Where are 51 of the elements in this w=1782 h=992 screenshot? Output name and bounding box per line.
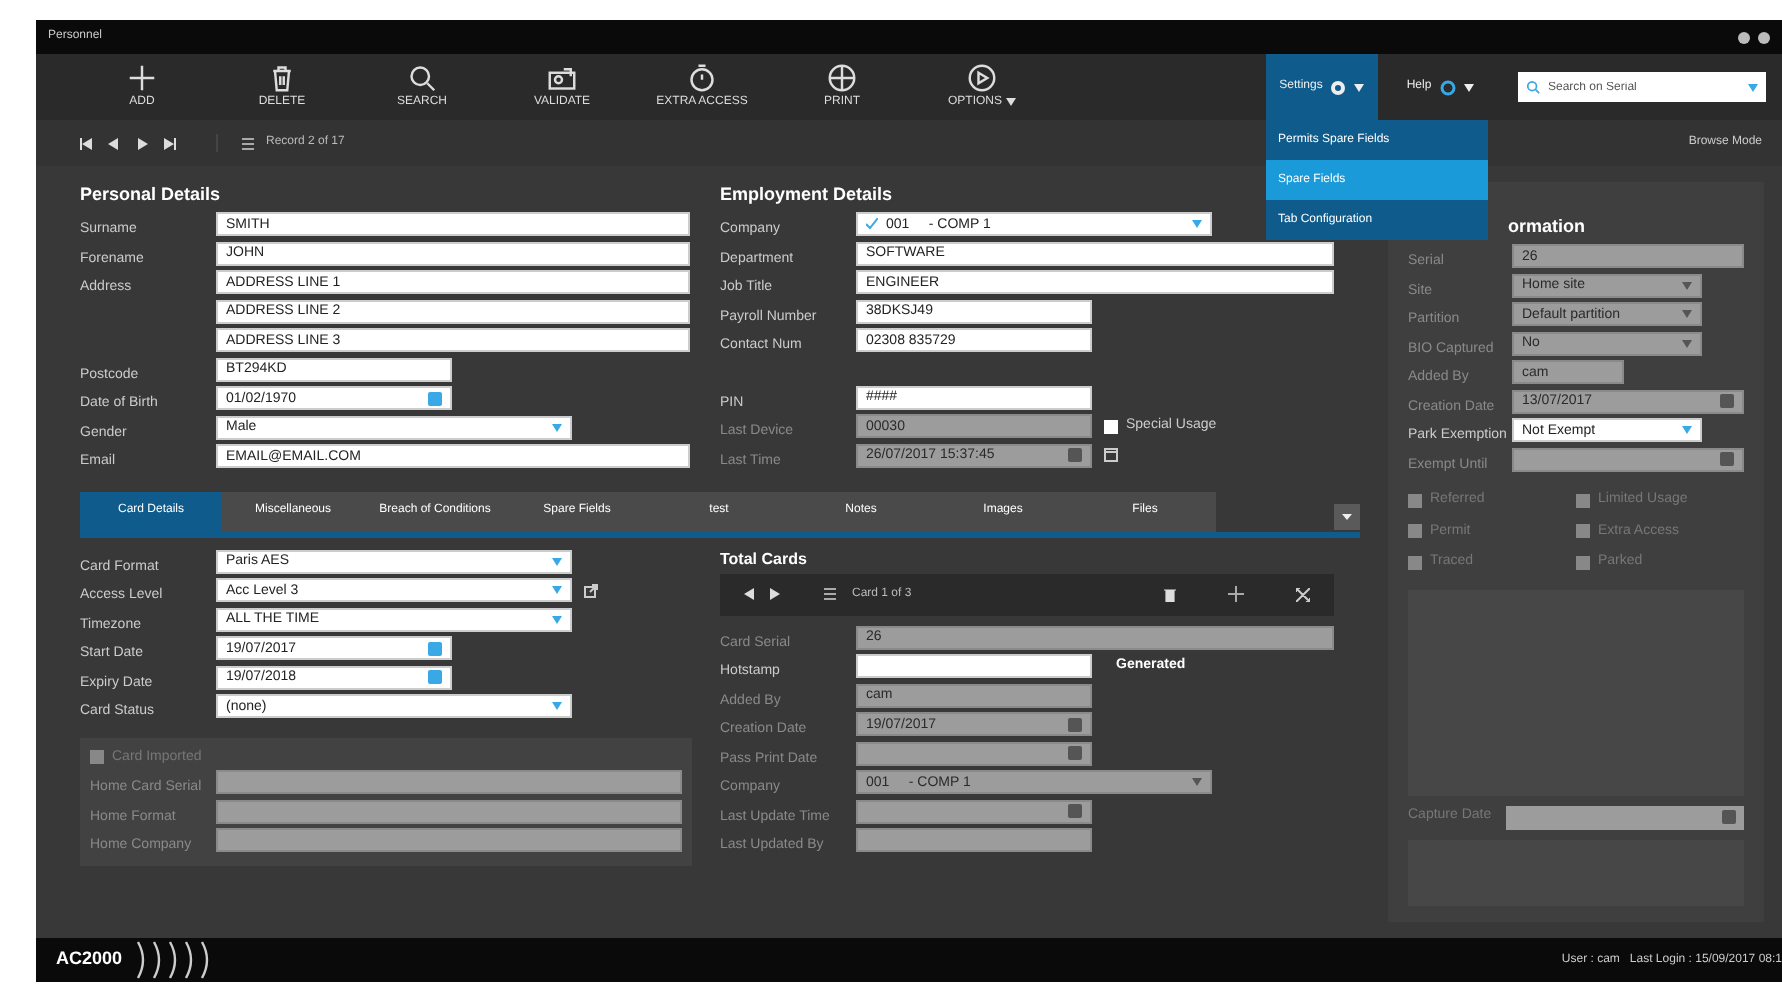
dropdown-caret-icon [1192,778,1202,787]
check-icon [866,218,878,231]
dropdown-caret-icon [1682,426,1692,435]
brand-logo: AC2000 [56,946,123,973]
checkbox[interactable] [1408,524,1422,539]
section-title: ormation [1506,214,1588,240]
checkbox[interactable] [1576,493,1590,508]
previous-icon[interactable] [744,588,754,600]
search-icon [1526,80,1540,94]
open-window-icon[interactable] [584,583,598,598]
dropdown-caret-icon [552,586,562,595]
list-icon [242,137,254,149]
checkbox[interactable] [90,750,104,765]
checkbox[interactable] [1408,555,1422,570]
checkbox[interactable] [1104,419,1118,434]
trash-icon [268,63,296,91]
plus-icon [128,63,156,91]
checkbox[interactable] [1408,493,1422,508]
checkbox[interactable] [1576,524,1590,539]
delete-icon[interactable] [1164,587,1176,601]
section-title: Employment Details [720,182,893,208]
dropdown-caret-icon [1354,83,1365,91]
dropdown-caret-icon [1748,83,1758,91]
next-icon[interactable] [136,137,148,149]
dropdown-caret-icon [1682,281,1692,290]
search-icon [408,63,436,91]
add-icon[interactable] [1228,586,1244,602]
calendar-icon[interactable] [428,391,442,406]
dropdown-caret-icon [1682,339,1692,348]
timer-icon [688,63,716,91]
section-title: Personal Details [80,182,223,208]
input-field[interactable] [856,654,1092,679]
last-record-icon[interactable] [164,137,176,149]
date-field[interactable] [1506,805,1744,829]
help-icon [1439,79,1456,95]
dropdown-caret-icon [552,557,562,566]
dropdown-caret-icon [1192,220,1202,229]
dropdown-caret-icon [1463,83,1474,91]
previous-icon[interactable] [108,137,120,149]
dropdown-caret-icon [552,702,562,711]
dropdown-caret-icon [1682,310,1692,319]
dropdown-caret-icon [552,615,562,624]
list-icon [824,588,836,600]
expand-icon[interactable] [1296,587,1310,601]
first-record-icon[interactable] [80,137,92,149]
tab-overflow-icon[interactable] [1334,503,1360,529]
dropdown-caret-icon [552,423,562,432]
calendar-link-icon[interactable] [1104,448,1118,463]
section-title: Total Cards [720,547,809,571]
checkbox[interactable] [1576,555,1590,570]
next-icon[interactable] [770,588,780,600]
